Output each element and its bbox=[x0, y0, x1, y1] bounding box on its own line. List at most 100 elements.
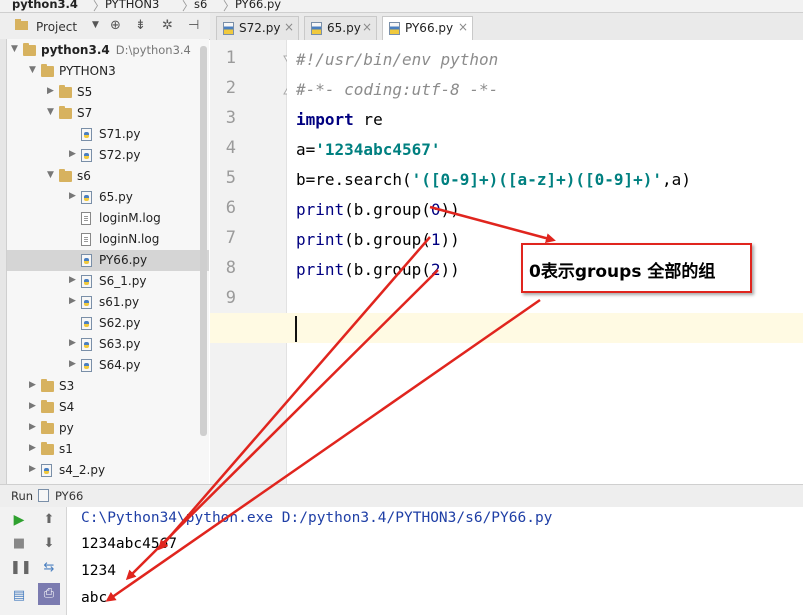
collapse-arrow-icon[interactable]: ▶ bbox=[69, 359, 76, 369]
tree-item[interactable]: loginM.log bbox=[7, 208, 209, 229]
tab-65-py[interactable]: 65.py × bbox=[304, 16, 377, 40]
line-number: 9 bbox=[225, 288, 236, 308]
expand-arrow-icon[interactable]: ▼ bbox=[47, 170, 54, 180]
scroll-from-source-icon[interactable]: ⊕ bbox=[110, 18, 121, 33]
rerun-icon[interactable]: ▶ bbox=[10, 511, 28, 529]
tab-label: 65.py bbox=[327, 21, 361, 35]
tree-item[interactable]: S62.py bbox=[7, 313, 209, 334]
code-line[interactable]: #-*- coding:utf-8 -*- bbox=[296, 80, 498, 99]
python-file-icon bbox=[81, 275, 92, 288]
scroll-down-icon[interactable]: ⬇ bbox=[40, 535, 58, 553]
hide-panel-icon[interactable]: ⊣ bbox=[188, 18, 199, 33]
editor-gutter: 12345678910 bbox=[210, 40, 292, 484]
tree-item[interactable]: PY66.py bbox=[7, 250, 209, 271]
gear-icon[interactable]: ✲ bbox=[162, 18, 173, 33]
tab-py66-py[interactable]: PY66.py × bbox=[382, 16, 473, 41]
project-tree-scrollbar[interactable] bbox=[200, 46, 207, 436]
collapse-arrow-icon[interactable]: ▶ bbox=[29, 401, 36, 411]
tree-item[interactable]: ▶ S5 bbox=[7, 82, 209, 103]
line-number: 4 bbox=[225, 138, 236, 158]
python-file-icon bbox=[38, 489, 49, 502]
collapse-arrow-icon[interactable]: ▶ bbox=[47, 86, 54, 96]
breadcrumb-item[interactable]: python3.4 bbox=[12, 0, 78, 11]
tree-item-name: python3.4 bbox=[41, 43, 110, 57]
code-line[interactable]: print(b.group(1)) bbox=[296, 230, 460, 249]
code-token: ,a) bbox=[662, 170, 691, 189]
collapse-arrow-icon[interactable]: ▶ bbox=[29, 422, 36, 432]
tree-item[interactable]: S71.py bbox=[7, 124, 209, 145]
line-number: 5 bbox=[225, 168, 236, 188]
tree-item[interactable]: ▼ s6 bbox=[7, 166, 209, 187]
log-file-icon bbox=[81, 212, 91, 225]
tab-s72-py[interactable]: S72.py × bbox=[216, 16, 299, 40]
python-file-icon bbox=[81, 128, 92, 141]
stop-icon[interactable]: ■ bbox=[10, 535, 28, 553]
code-token: )) bbox=[440, 230, 460, 249]
tree-item[interactable]: ▶ S63.py bbox=[7, 334, 209, 355]
close-icon[interactable]: × bbox=[458, 20, 468, 34]
collapse-arrow-icon[interactable]: ▶ bbox=[69, 275, 76, 285]
folder-icon bbox=[41, 379, 54, 392]
tree-item-label: S7 bbox=[77, 106, 93, 120]
code-token: '1234abc4567' bbox=[315, 140, 441, 159]
collapse-arrow-icon[interactable]: ▶ bbox=[69, 338, 76, 348]
code-line[interactable]: #!/usr/bin/env python bbox=[296, 50, 498, 69]
code-line[interactable]: a='1234abc4567' bbox=[296, 140, 441, 159]
dropdown-arrow-icon[interactable]: ▼ bbox=[92, 20, 99, 30]
code-line[interactable]: print(b.group(2)) bbox=[296, 260, 460, 279]
collapse-arrow-icon[interactable]: ▶ bbox=[29, 464, 36, 474]
code-line[interactable]: import re bbox=[296, 110, 383, 129]
tree-item[interactable]: ▶ py bbox=[7, 418, 209, 439]
code-line[interactable]: b=re.search('([0-9]+)([a-z]+)([0-9]+)',a… bbox=[296, 170, 691, 189]
tree-item[interactable]: ▶ S72.py bbox=[7, 145, 209, 166]
collapse-arrow-icon[interactable]: ▶ bbox=[29, 380, 36, 390]
tree-item-label: S4 bbox=[59, 400, 75, 414]
collapse-arrow-icon[interactable]: ▶ bbox=[69, 191, 76, 201]
collapse-all-icon[interactable]: ⇟ bbox=[135, 18, 146, 33]
code-token: a= bbox=[296, 140, 316, 159]
tree-item[interactable]: ▶ S4 bbox=[7, 397, 209, 418]
run-config-name: PY66 bbox=[55, 489, 84, 503]
project-panel-title[interactable]: Project bbox=[36, 20, 77, 34]
code-token: (b.group( bbox=[344, 260, 431, 279]
tree-item[interactable]: ▶ S6_1.py bbox=[7, 271, 209, 292]
tree-item[interactable]: ▶ s1 bbox=[7, 439, 209, 460]
tree-item-label: S3 bbox=[59, 379, 75, 393]
breadcrumb-item[interactable]: PYTHON3 bbox=[105, 0, 159, 11]
project-view-icon bbox=[14, 19, 30, 31]
project-tree[interactable]: ▼ python3.4 D:\python3.4 ▼ PYTHON3 ▶ S5 ▼ S7 S71.… bbox=[7, 39, 209, 484]
breadcrumb-item[interactable]: PY66.py bbox=[235, 0, 281, 11]
tree-item[interactable]: ▶ S64.py bbox=[7, 355, 209, 376]
collapse-arrow-icon[interactable]: ▶ bbox=[29, 443, 36, 453]
python-file-icon bbox=[81, 296, 92, 309]
tree-item[interactable]: ▶ S3 bbox=[7, 376, 209, 397]
soft-wrap-icon[interactable]: ⇆ bbox=[40, 559, 58, 577]
print-icon[interactable]: ⎙ bbox=[38, 583, 60, 605]
folder-icon bbox=[59, 169, 72, 182]
collapse-arrow-icon[interactable]: ▶ bbox=[69, 149, 76, 159]
line-number: 7 bbox=[225, 228, 236, 248]
breadcrumb-item[interactable]: s6 bbox=[194, 0, 207, 11]
folder-icon bbox=[41, 400, 54, 413]
expand-arrow-icon[interactable]: ▼ bbox=[11, 44, 18, 54]
tree-item-label: s6 bbox=[77, 169, 91, 183]
tree-item[interactable]: ▼ PYTHON3 bbox=[7, 61, 209, 82]
collapse-arrow-icon[interactable]: ▶ bbox=[69, 296, 76, 306]
tree-item[interactable]: ▶ 65.py bbox=[7, 187, 209, 208]
pause-icon[interactable]: ❚❚ bbox=[10, 559, 32, 577]
expand-arrow-icon[interactable]: ▼ bbox=[47, 107, 54, 117]
tree-item[interactable]: ▼ S7 bbox=[7, 103, 209, 124]
scroll-up-icon[interactable]: ⬆ bbox=[40, 511, 58, 529]
code-line[interactable]: print(b.group(0)) bbox=[296, 200, 460, 219]
expand-arrow-icon[interactable]: ▼ bbox=[29, 65, 36, 75]
layout-icon[interactable]: ▤ bbox=[10, 587, 28, 605]
tree-item[interactable]: loginN.log bbox=[7, 229, 209, 250]
close-icon[interactable]: × bbox=[362, 20, 372, 34]
tree-item[interactable]: ▶ s61.py bbox=[7, 292, 209, 313]
tree-item[interactable]: ▶ s4_2.py bbox=[7, 460, 209, 481]
tree-item[interactable]: ▼ python3.4 D:\python3.4 bbox=[7, 40, 209, 61]
code-token: )) bbox=[440, 260, 460, 279]
code-token: '([0-9]+)([a-z]+)([0-9]+)' bbox=[411, 170, 663, 189]
close-icon[interactable]: × bbox=[284, 20, 294, 34]
code-token: 0 bbox=[430, 200, 441, 219]
